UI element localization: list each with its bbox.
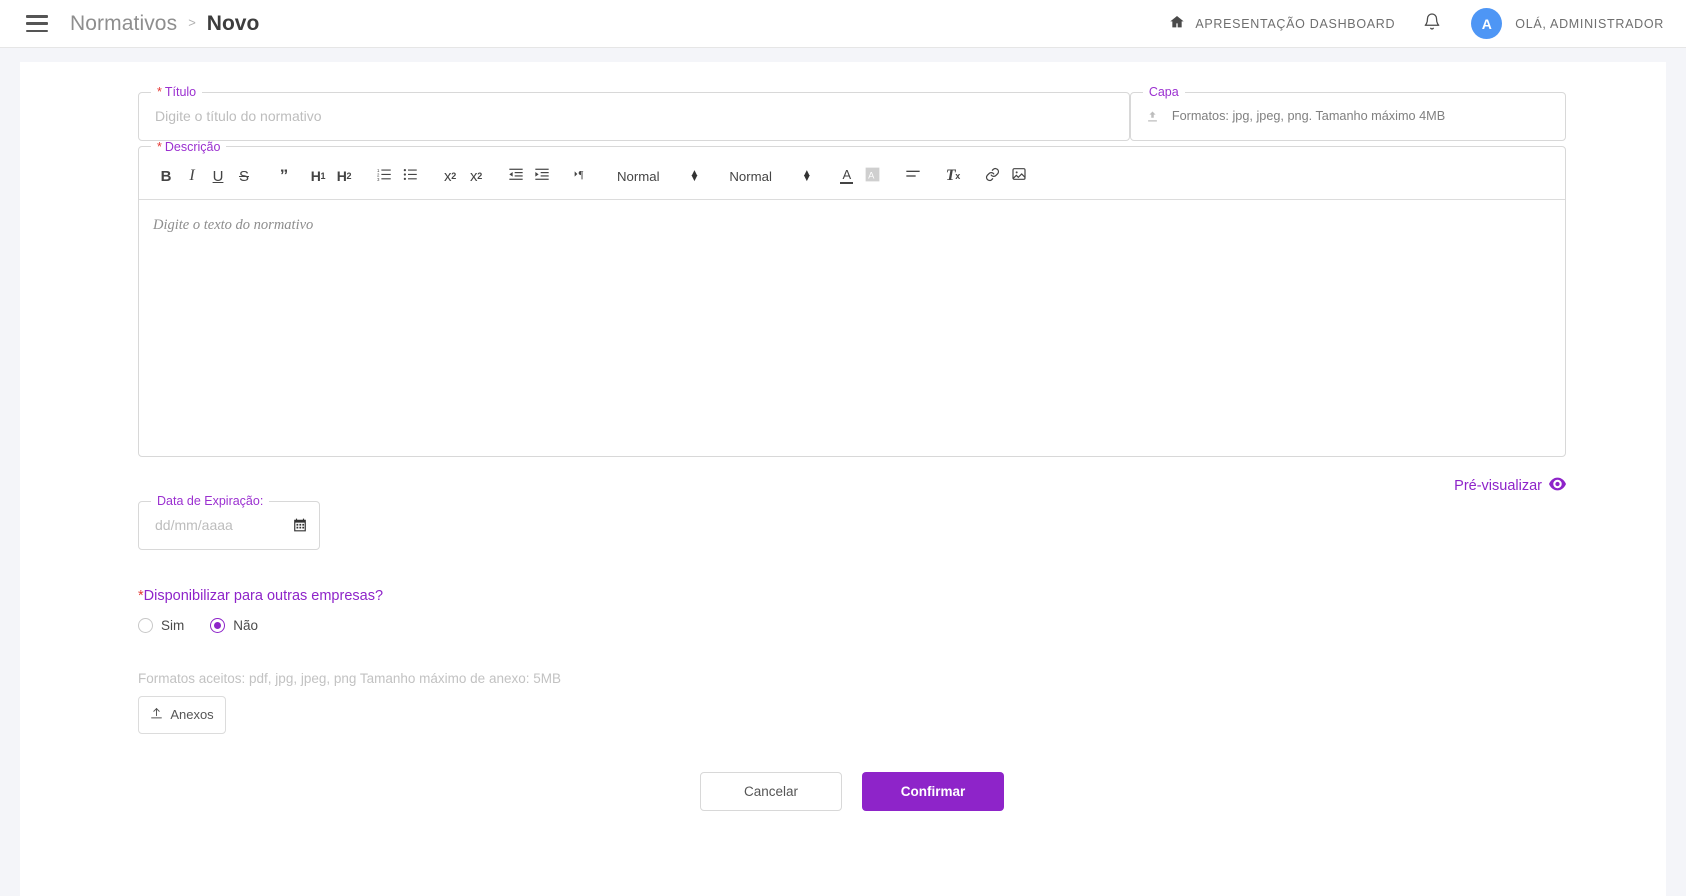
form-inner: *Título Capa Formatos: jpg, jpeg, png. T… (20, 86, 1666, 811)
descricao-label: * Descrição (151, 139, 226, 154)
editor-toolbar: B I U S ” H1 H2 123 x 2 x 2 ¶ Normal ▲ ▼… (139, 153, 1565, 200)
preview-row: Pré-visualizar (138, 477, 1566, 495)
confirm-button[interactable]: Confirmar (862, 771, 1004, 811)
hamburger-icon[interactable] (26, 15, 48, 32)
align-button[interactable] (900, 163, 926, 189)
radio-option-nao[interactable]: Não (210, 617, 259, 633)
radio-label-sim: Sim (161, 617, 185, 633)
upload-icon (150, 707, 163, 723)
text-direction-icon: ¶ (574, 166, 590, 186)
highlight-color-button[interactable]: A (860, 163, 886, 189)
top-bar: Normativos > Novo APRESENTAÇÃO DASHBOARD… (0, 0, 1686, 48)
page-body: *Título Capa Formatos: jpg, jpeg, png. T… (0, 48, 1686, 896)
text-direction-button[interactable]: ¶ (569, 163, 595, 189)
bullet-list-icon (403, 167, 418, 186)
indent-button[interactable] (529, 163, 555, 189)
radio-option-sim[interactable]: Sim (138, 617, 185, 633)
link-icon (985, 167, 1000, 186)
link-button[interactable] (980, 163, 1006, 189)
indent-icon (534, 166, 550, 186)
breadcrumb-root[interactable]: Normativos (70, 12, 177, 36)
heading-1-button[interactable]: H1 (305, 163, 331, 189)
italic-button[interactable]: I (179, 163, 205, 189)
descricao-placeholder: Digite o texto do normativo (153, 217, 314, 233)
svg-text:A: A (868, 170, 875, 180)
chevron-updown-icon: ▲ ▼ (801, 167, 812, 184)
radio-circle-nao[interactable] (210, 617, 226, 633)
text-color-button[interactable]: A (834, 163, 860, 189)
bullet-list-button[interactable] (397, 163, 423, 189)
preview-link-label: Pré-visualizar (1454, 478, 1542, 494)
descricao-required-mark: * (157, 139, 162, 154)
disponibilizar-radio-group: Sim Não (138, 617, 1566, 633)
heading-style-value: Normal (729, 168, 772, 184)
breadcrumb-current: Novo (206, 11, 260, 35)
outdent-button[interactable] (503, 163, 529, 189)
disponibilizar-question-text: Disponibilizar para outras empresas? (143, 587, 384, 604)
anexos-button-label: Anexos (170, 707, 214, 722)
svg-text:3: 3 (377, 176, 380, 181)
eye-icon (1549, 477, 1566, 495)
breadcrumb-separator: > (188, 15, 196, 30)
titulo-input-box (139, 99, 1129, 140)
underline-button[interactable]: U (205, 163, 231, 189)
image-button[interactable] (1006, 163, 1032, 189)
disponibilizar-question: *Disponibilizar para outras empresas? (138, 588, 1566, 604)
subscript-button[interactable]: x2 (437, 163, 463, 189)
capa-upload-area[interactable]: Formatos: jpg, jpeg, png. Tamanho máximo… (1131, 99, 1565, 140)
blockquote-button[interactable]: ” (271, 163, 297, 189)
radio-circle-sim[interactable] (138, 617, 153, 633)
top-bar-right: APRESENTAÇÃO DASHBOARD A OLÁ, ADMINISTRA… (1169, 8, 1664, 39)
svg-text:¶: ¶ (579, 170, 584, 181)
capa-hint: Formatos: jpg, jpeg, png. Tamanho máximo… (1171, 109, 1446, 123)
preview-link[interactable]: Pré-visualizar (1454, 477, 1566, 495)
highlight-color-icon: A (865, 167, 880, 186)
align-icon (905, 166, 921, 186)
heading-2-button[interactable]: H2 (331, 163, 357, 189)
titulo-label-text: Título (164, 85, 197, 99)
expiracao-input[interactable] (153, 516, 285, 534)
expiracao-input-box (139, 508, 319, 549)
superscript-button[interactable]: x2 (463, 163, 489, 189)
titulo-label: * Título (151, 86, 202, 99)
image-icon (1011, 166, 1027, 186)
upload-icon (1145, 109, 1160, 124)
ordered-list-button[interactable]: 123 (371, 163, 397, 189)
titulo-input[interactable] (153, 107, 1115, 125)
avatar[interactable]: A (1471, 8, 1503, 39)
capa-fieldset: Capa Formatos: jpg, jpeg, png. Tamanho m… (1129, 85, 1566, 141)
home-icon (1169, 14, 1185, 33)
titulo-fieldset: * Título (138, 86, 1130, 141)
bell-icon (1423, 12, 1441, 36)
heading-style-select[interactable]: Normal ▲ ▼ (721, 167, 819, 184)
outdent-icon (508, 166, 524, 186)
cancel-button[interactable]: Cancelar (700, 771, 842, 811)
descricao-fieldset: * Descrição B I U S ” H1 H2 123 x 2 x 2 … (138, 139, 1566, 457)
form-card: *Título Capa Formatos: jpg, jpeg, png. T… (20, 62, 1666, 896)
form-actions: Cancelar Confirmar (138, 771, 1566, 811)
descricao-editor[interactable]: Digite o texto do normativo (139, 200, 1565, 456)
radio-label-nao: Não (233, 617, 259, 633)
font-size-value: Normal (617, 168, 660, 184)
capa-label: Capa (1148, 85, 1179, 99)
ordered-list-icon: 123 (377, 167, 392, 186)
text-color-icon: A (840, 168, 854, 184)
chevron-updown-icon: ▲ ▼ (689, 167, 700, 184)
user-greeting[interactable]: OLÁ, ADMINISTRADOR (1515, 17, 1664, 31)
anexos-note: Formatos aceitos: pdf, jpg, jpeg, png Ta… (138, 670, 561, 686)
calendar-icon[interactable] (293, 518, 307, 532)
font-size-select[interactable]: Normal ▲ ▼ (609, 167, 707, 184)
expiracao-fieldset: Data de Expiração: (138, 495, 320, 550)
dashboard-link[interactable]: APRESENTAÇÃO DASHBOARD (1169, 14, 1395, 33)
strikethrough-button[interactable]: S (231, 163, 257, 189)
expiracao-label: Data de Expiração: (157, 494, 264, 508)
notifications-button[interactable] (1423, 12, 1441, 36)
clear-format-button[interactable]: Tx (940, 163, 966, 189)
titulo-required-mark: * (157, 85, 162, 99)
bold-button[interactable]: B (153, 163, 179, 189)
title-cover-row: *Título Capa Formatos: jpg, jpeg, png. T… (138, 86, 1566, 141)
descricao-label-text: Descrição (164, 139, 221, 154)
anexos-button[interactable]: Anexos (138, 695, 226, 734)
dashboard-link-label: APRESENTAÇÃO DASHBOARD (1195, 16, 1396, 31)
